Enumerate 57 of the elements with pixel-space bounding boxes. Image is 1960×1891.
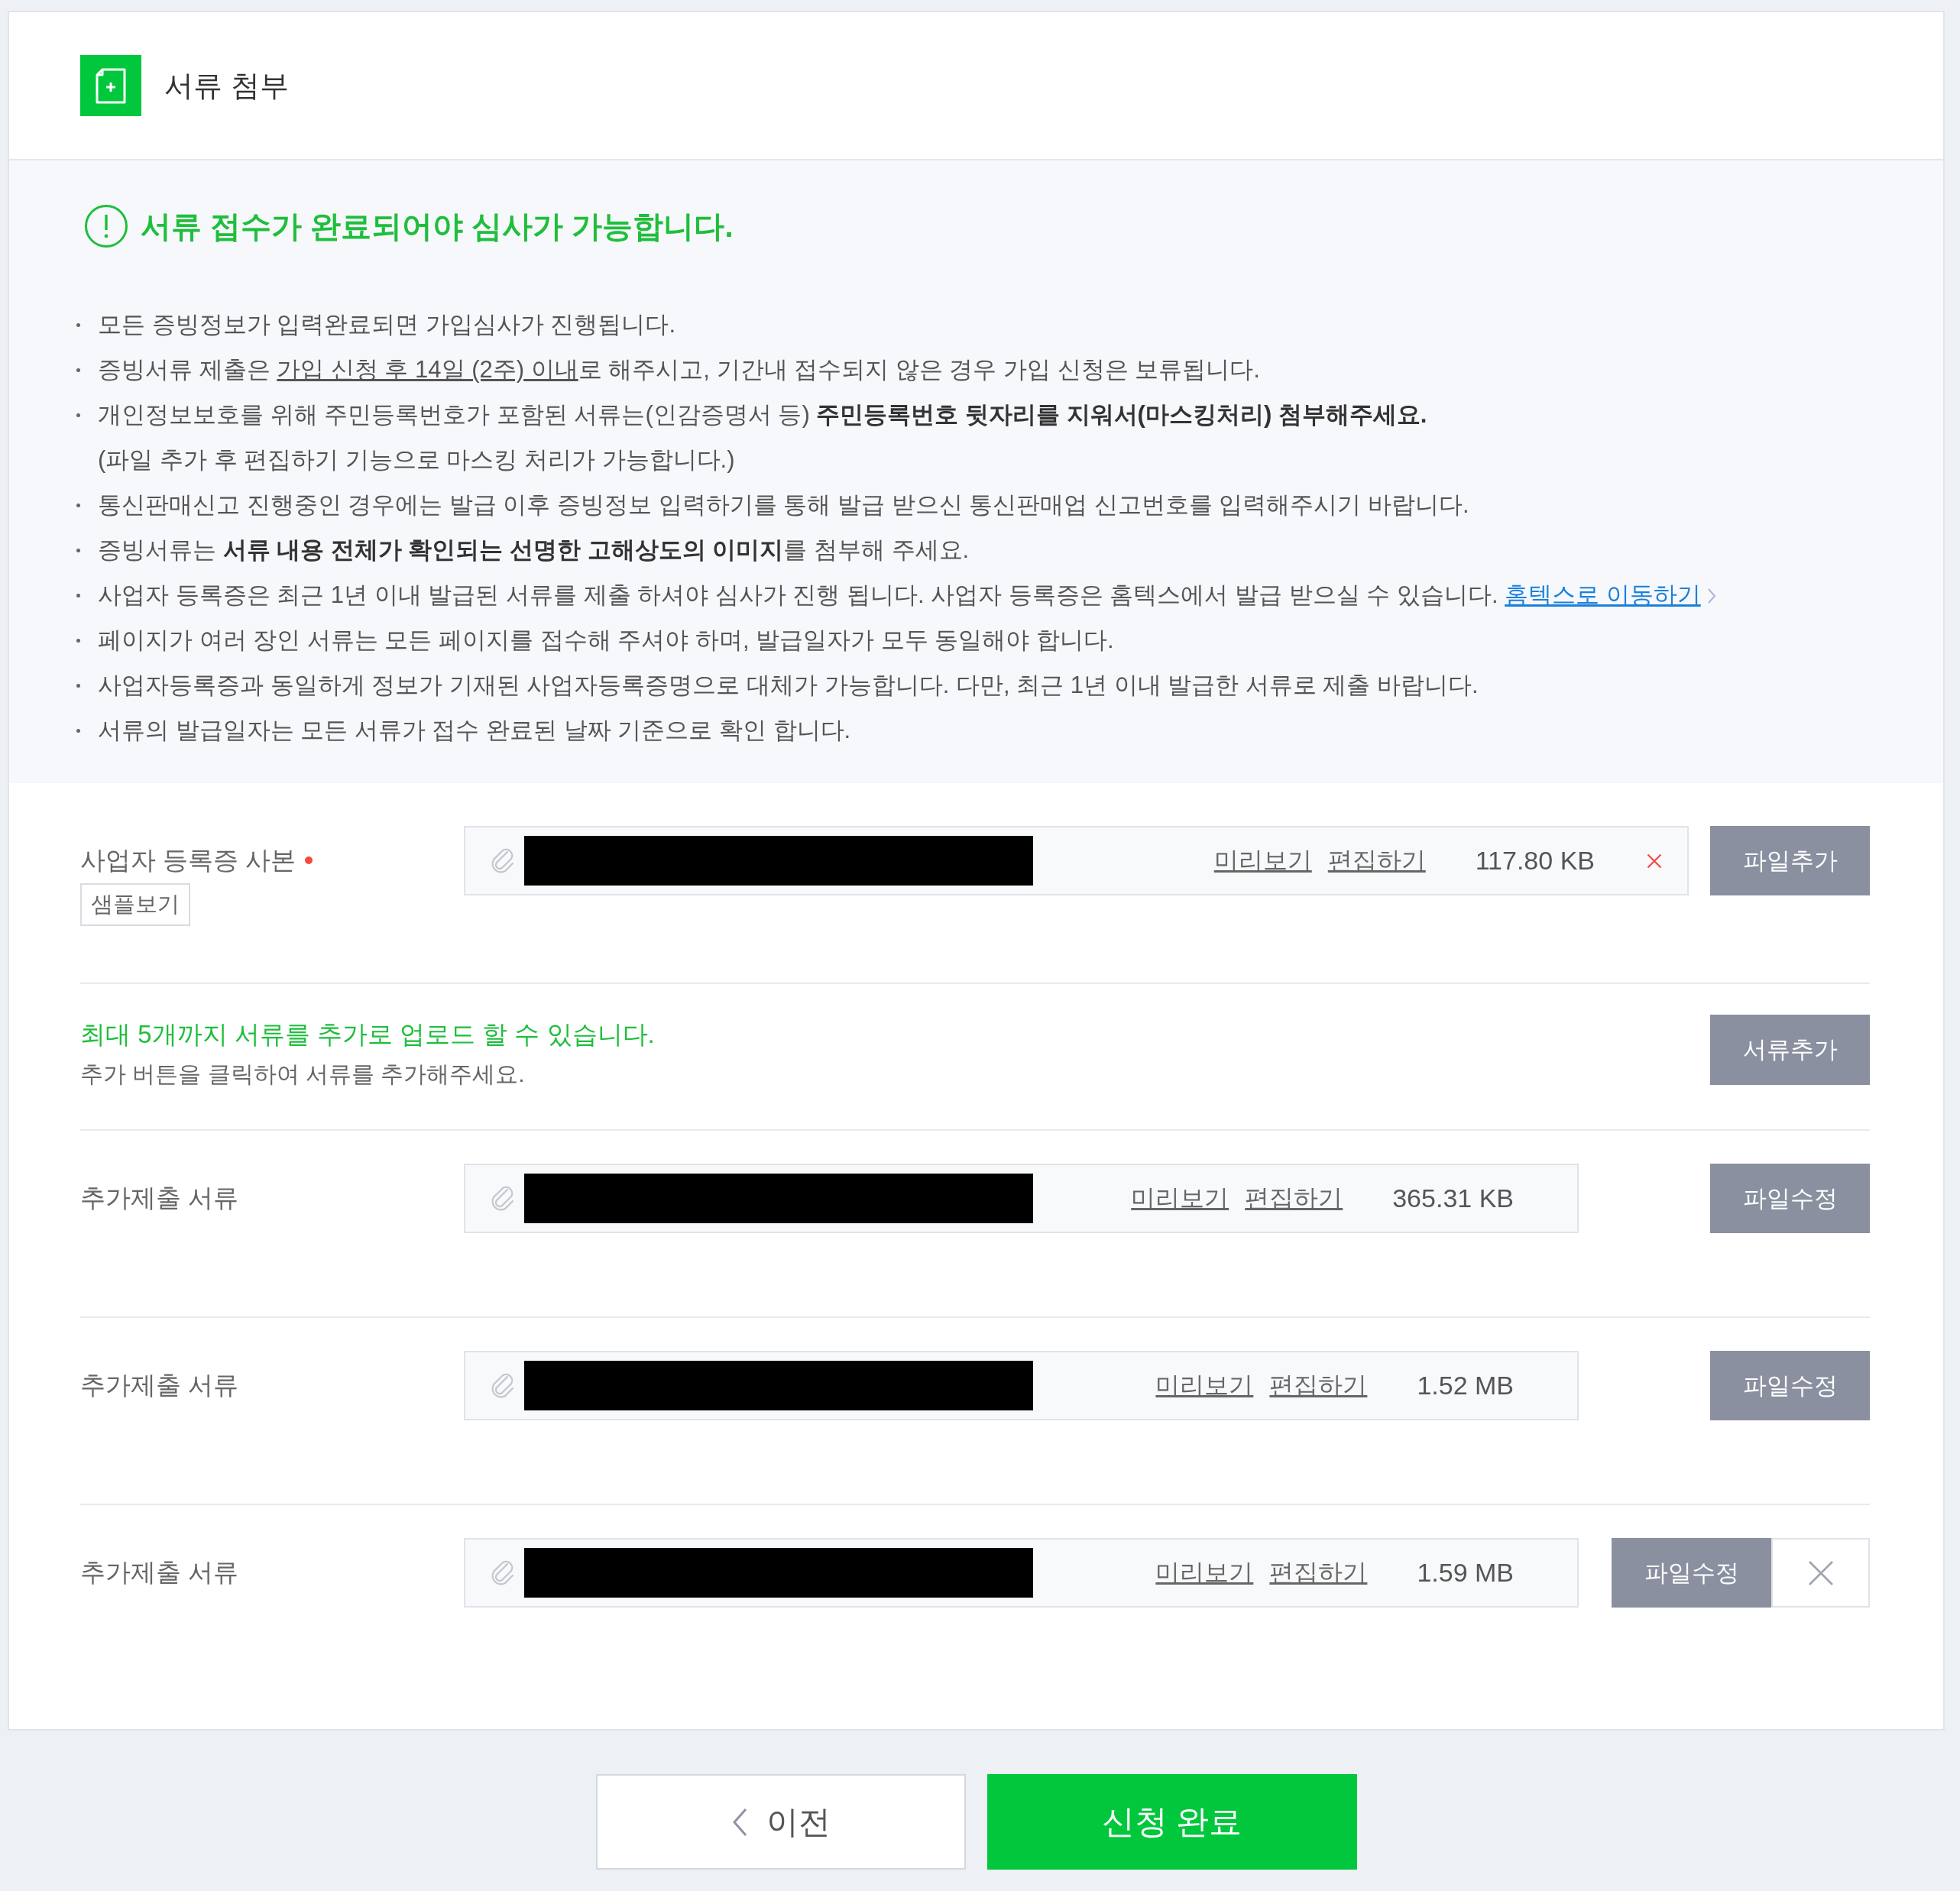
exclamation-circle-icon	[84, 204, 128, 248]
bullet-icon	[76, 594, 80, 597]
edit-file-button[interactable]: 파일수정	[1612, 1538, 1771, 1608]
preview-link[interactable]: 미리보기	[1131, 1181, 1229, 1216]
notice-text: 서류의 발급일자는 모든 서류가 접수 완료된 날짜 기준으로 확인 합니다.	[98, 716, 851, 745]
document-label: 추가제출 서류	[80, 1557, 239, 1588]
file-field[interactable]: 미리보기 편집하기 365.31 KB	[464, 1164, 1579, 1233]
edit-file-button[interactable]: 파일수정	[1710, 1164, 1870, 1233]
notice-text: 통신판매신고 진행중인 경우에는 발급 이후 증빙정보 입력하기를 통해 발급 받으신 통신판매업 신고번호를 입력해주시기 바랍니다.	[98, 491, 1469, 520]
notice-text: 사업자등록증과 동일하게 정보가 기재된 사업자등록증명으로 대체가 가능합니다. 다만, 최근 1년 이내 발급한 서류로 제출 바랍니다.	[98, 671, 1479, 700]
close-icon	[1807, 1559, 1834, 1586]
preview-link[interactable]: 미리보기	[1213, 844, 1312, 878]
document-label: 사업자 등록증 사본	[80, 844, 296, 876]
bullet-icon	[76, 368, 80, 372]
bullet-icon	[76, 549, 80, 552]
bullet-icon	[76, 639, 80, 643]
notice-note: (파일 추가 후 편집하기 기능으로 마스킹 처리가 가능합니다.)	[98, 445, 736, 474]
file-size: 365.31 KB	[1392, 1183, 1514, 1213]
add-file-button[interactable]: 파일추가	[1710, 826, 1870, 895]
sample-view-button[interactable]: 샘플보기	[80, 883, 190, 926]
preview-link[interactable]: 미리보기	[1155, 1556, 1254, 1590]
section-title: 서류 첨부	[164, 68, 289, 103]
file-size: 1.52 MB	[1417, 1371, 1514, 1400]
notice-text: 증빙서류 제출은 가입 신청 후 14일 (2주) 이내로 해주시고, 기간내 접수되지 않은 경우 가입 신청은 보류됩니다.	[98, 355, 1260, 384]
bullet-icon	[76, 684, 80, 688]
link[interactable]: 홈텍스로 이동하기	[1505, 581, 1716, 608]
document-label: 추가제출 서류	[80, 1370, 239, 1400]
notice-text: 페이지가 여러 장인 서류는 모든 페이지를 접수해 주셔야 하며, 발급일자가 모두 동일해야 합니다.	[98, 626, 1114, 655]
file-field[interactable]: 미리보기 편집하기 1.59 MB	[464, 1538, 1579, 1608]
file-field[interactable]: 미리보기 편집하기 1.52 MB	[464, 1351, 1579, 1420]
notice-text: 증빙서류는 서류 내용 전체가 확인되는 선명한 고해상도의 이미지를 첨부해 주세요.	[98, 536, 970, 565]
upload-limit-text: 최대 5개까지 서류를 추가로 업로드 할 수 있습니다.	[80, 1019, 655, 1050]
chevron-left-icon	[731, 1806, 748, 1838]
document-label: 추가제출 서류	[80, 1183, 239, 1213]
edit-link[interactable]: 편집하기	[1327, 844, 1426, 878]
notice-heading: 서류 접수가 완료되어야 심사가 가능합니다.	[141, 208, 734, 244]
edit-file-button[interactable]: 파일수정	[1710, 1351, 1870, 1420]
file-field[interactable]: 미리보기 편집하기 117.80 KB	[464, 826, 1689, 895]
edit-link[interactable]: 편집하기	[1269, 1368, 1368, 1403]
preview-link[interactable]: 미리보기	[1155, 1368, 1254, 1403]
edit-link[interactable]: 편집하기	[1269, 1556, 1368, 1590]
back-button[interactable]: 이전	[595, 1774, 966, 1870]
edit-link[interactable]: 편집하기	[1245, 1181, 1343, 1216]
notice-text: 개인정보보호를 위해 주민등록번호가 포함된 서류는(인감증명서 등) 주민등록번호 뒷자리를 지워서(마스킹처리) 첨부해주세요.	[98, 400, 1427, 429]
bullet-icon	[76, 323, 80, 327]
add-document-button[interactable]: 서류추가	[1710, 1015, 1870, 1085]
chevron-right-icon	[1706, 588, 1716, 604]
notice-text: 사업자 등록증은 최근 1년 이내 발급된 서류를 제출 하셔야 심사가 진행 됩니다. 사업자 등록증은 홈텍스에서 발급 받으실 수 있습니다. 홈텍스로 이동하기	[98, 572, 1716, 617]
upload-hint-text: 추가 버튼을 클릭하여 서류를 추가해주세요.	[80, 1060, 526, 1088]
file-size: 1.59 MB	[1417, 1558, 1514, 1588]
bullet-icon	[76, 413, 80, 417]
file-size: 117.80 KB	[1475, 846, 1595, 876]
notice-text: 모든 증빙정보가 입력완료되면 가입심사가 진행됩니다.	[98, 310, 676, 339]
close-icon[interactable]	[1647, 853, 1662, 869]
bullet-icon	[76, 729, 80, 733]
bullet-icon	[76, 504, 80, 507]
document-add-icon	[80, 55, 141, 116]
